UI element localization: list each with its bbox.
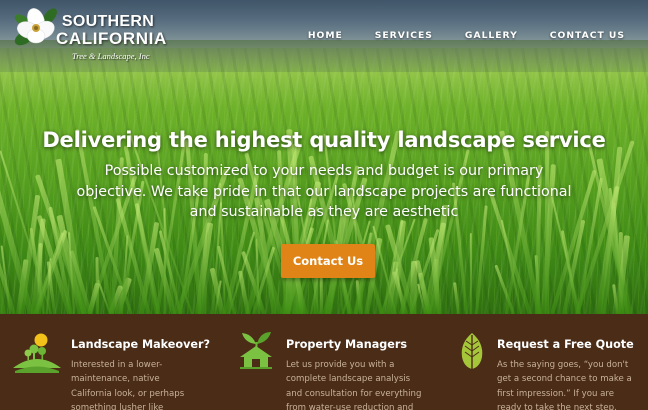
nav-services[interactable]: SERVICES (375, 30, 433, 41)
magnolia-flower-icon (14, 8, 57, 46)
company-subtitle: Tree & Landscape, Inc (72, 51, 150, 61)
nav-contact-us[interactable]: CONTACT US (550, 30, 625, 41)
grass-blade (544, 131, 549, 314)
hero-description: Possible customized to your needs and bu… (76, 163, 572, 220)
nav-gallery[interactable]: GALLERY (465, 30, 518, 41)
house-sprout-icon (240, 332, 272, 369)
company-name-line1: SOUTHERN (61, 13, 155, 30)
company-name-line2: CALIFORNIA (56, 29, 167, 48)
features-section: Landscape Makeover? Interested in a lowe… (0, 314, 648, 410)
grass-blade (469, 232, 472, 314)
nav-home[interactable]: HOME (308, 30, 343, 41)
feature-title: Property Managers (286, 338, 408, 351)
feature-text: Interested in a lower-maintenance, nativ… (71, 360, 185, 410)
leaf-icon (461, 333, 483, 371)
grass-blade (409, 260, 417, 314)
company-logo[interactable]: SOUTHERN CALIFORNIA Tree & Landscape, In… (14, 4, 166, 64)
feature-free-quote: Request a Free Quote As the saying goes,… (440, 314, 648, 410)
company-name: SOUTHERN CALIFORNIA (56, 13, 167, 48)
hero-banner: SOUTHERN CALIFORNIA Tree & Landscape, In… (0, 0, 648, 314)
top-navigation-bar: SOUTHERN CALIFORNIA Tree & Landscape, In… (0, 0, 648, 72)
contact-us-button[interactable]: Contact Us (281, 244, 375, 278)
grass-blade (95, 257, 100, 314)
feature-landscape-makeover: Landscape Makeover? Interested in a lowe… (0, 314, 210, 410)
feature-title: Request a Free Quote (497, 338, 634, 351)
feature-property-managers: Property Managers Let us provide you wit… (215, 314, 430, 410)
feature-text: Let us provide you with a complete lands… (286, 360, 422, 410)
grass-blade (452, 281, 460, 314)
feature-text: As the saying goes, “you don't get a sec… (497, 360, 632, 410)
hero-title: Delivering the highest quality landscape… (42, 128, 606, 152)
feature-title: Landscape Makeover? (71, 338, 210, 351)
main-nav: HOME SERVICES GALLERY CONTACT US (276, 30, 625, 41)
sun-landscape-icon (13, 333, 61, 373)
